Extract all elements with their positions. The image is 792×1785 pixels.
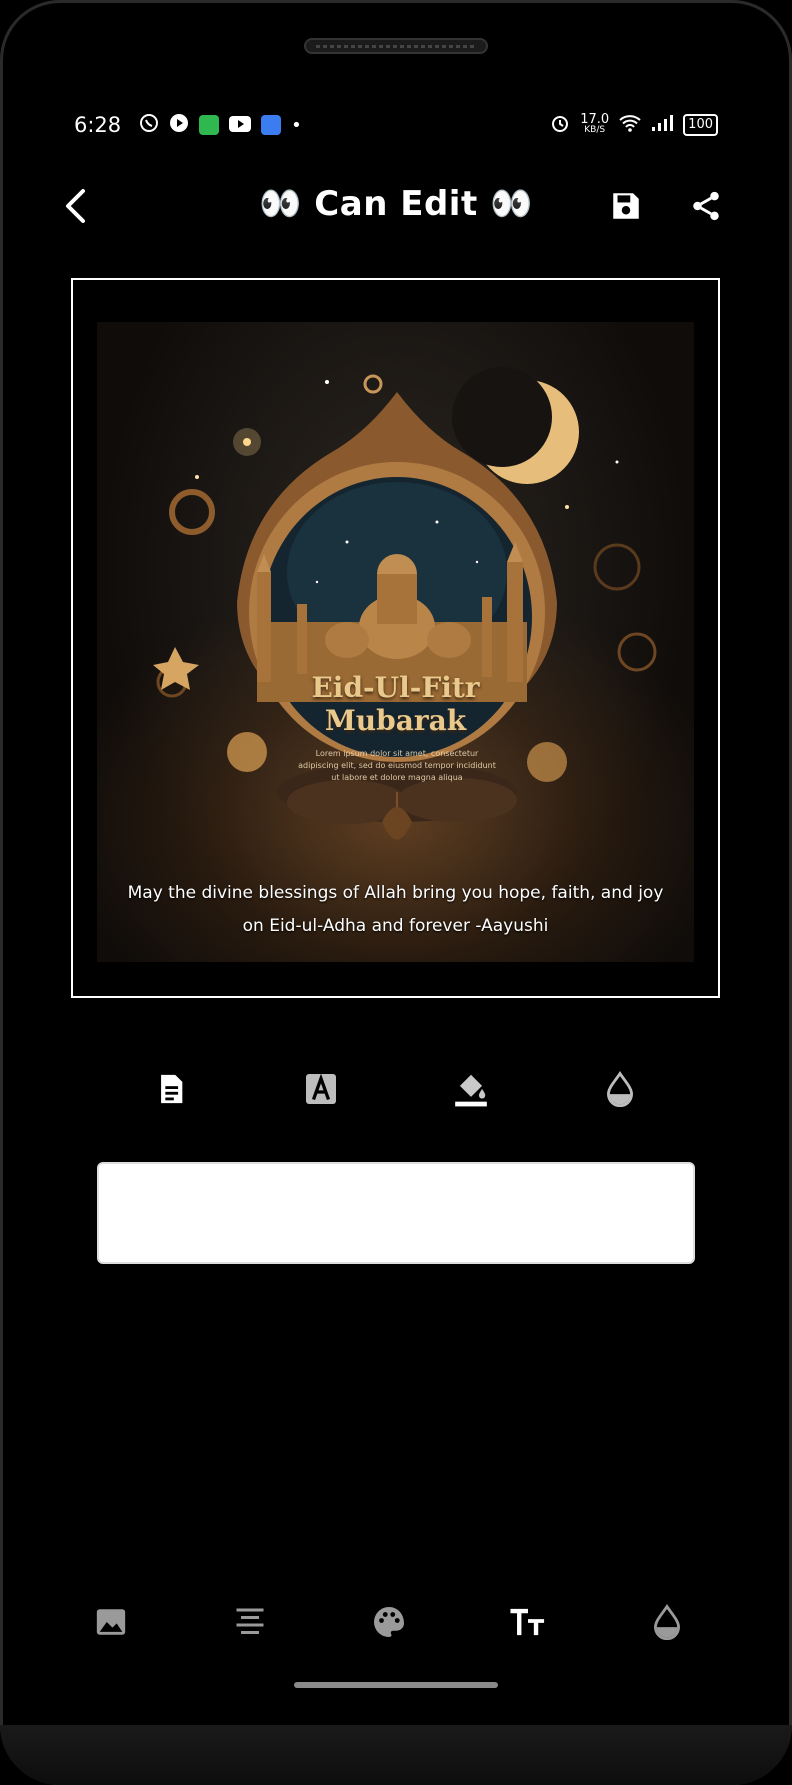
share-button[interactable] bbox=[684, 184, 728, 228]
play-icon bbox=[169, 113, 189, 138]
network-speed: 17.0 KB/S bbox=[580, 112, 610, 135]
editor-canvas[interactable]: Eid-Ul-Fitr Mubarak Lorem ipsum dolor si… bbox=[71, 278, 720, 998]
drop-icon bbox=[607, 1071, 633, 1107]
network-speed-unit: KB/S bbox=[584, 125, 606, 135]
fill-color-tool[interactable] bbox=[446, 1064, 496, 1114]
phone-frame: 6:28 • 17.0 KB/S 100 👀 Can Edit 👀 Eid-Ul… bbox=[0, 0, 792, 1785]
status-right: 17.0 KB/S 100 bbox=[550, 113, 718, 137]
drop-icon bbox=[654, 1604, 680, 1640]
share-icon bbox=[693, 191, 719, 221]
dot-icon: • bbox=[291, 114, 302, 136]
nav-item-opacity[interactable] bbox=[639, 1594, 695, 1650]
font-style-tool[interactable] bbox=[296, 1064, 346, 1114]
page-title: 👀 Can Edit 👀 bbox=[259, 184, 533, 224]
battery-indicator: 100 bbox=[683, 114, 718, 136]
poster-body-text: Lorem ipsum dolor sit amet, consectetur … bbox=[298, 749, 496, 782]
document-icon bbox=[161, 1074, 183, 1104]
whatsapp-icon bbox=[139, 113, 159, 138]
floppy-disk-icon bbox=[613, 193, 639, 219]
poster-message-text[interactable]: May the divine blessings of Allah bring … bbox=[117, 877, 674, 943]
app-green-icon bbox=[199, 115, 220, 135]
alarm-icon bbox=[550, 113, 570, 137]
status-bar: 6:28 • 17.0 KB/S 100 bbox=[74, 110, 718, 140]
font-icon bbox=[306, 1073, 336, 1104]
palette-icon bbox=[374, 1607, 404, 1637]
paint-bucket-icon bbox=[455, 1074, 487, 1107]
nav-item-align[interactable] bbox=[222, 1594, 278, 1650]
app-blue-icon bbox=[261, 115, 282, 135]
text-content-tool[interactable] bbox=[146, 1064, 196, 1114]
youtube-icon bbox=[229, 113, 252, 137]
home-indicator[interactable] bbox=[294, 1682, 498, 1688]
align-center-icon bbox=[236, 1608, 264, 1634]
poster-image: Eid-Ul-Fitr Mubarak Lorem ipsum dolor si… bbox=[97, 322, 694, 962]
network-speed-value: 17.0 bbox=[580, 112, 610, 127]
text-tool-row bbox=[0, 1064, 792, 1114]
image-icon bbox=[96, 1609, 126, 1635]
nav-item-color[interactable] bbox=[361, 1594, 417, 1650]
nav-item-text[interactable] bbox=[500, 1594, 556, 1650]
status-left: 6:28 • bbox=[74, 113, 302, 138]
text-size-icon bbox=[510, 1608, 545, 1636]
save-button[interactable] bbox=[604, 184, 648, 228]
opacity-tool[interactable] bbox=[595, 1064, 645, 1114]
earpiece-speaker bbox=[304, 38, 488, 54]
nav-item-image[interactable] bbox=[83, 1594, 139, 1650]
status-time: 6:28 bbox=[74, 113, 122, 137]
app-bar: 👀 Can Edit 👀 bbox=[0, 176, 792, 236]
poster-title-line1: Eid-Ul-Fitr bbox=[311, 671, 480, 704]
bottom-bezel bbox=[0, 1725, 792, 1785]
wifi-icon bbox=[619, 114, 641, 136]
text-input-field[interactable] bbox=[97, 1162, 695, 1264]
poster-title-line2: Mubarak bbox=[324, 704, 467, 737]
mosque-illustration bbox=[153, 367, 657, 840]
bottom-nav bbox=[0, 1594, 792, 1650]
signal-icon bbox=[651, 114, 674, 136]
